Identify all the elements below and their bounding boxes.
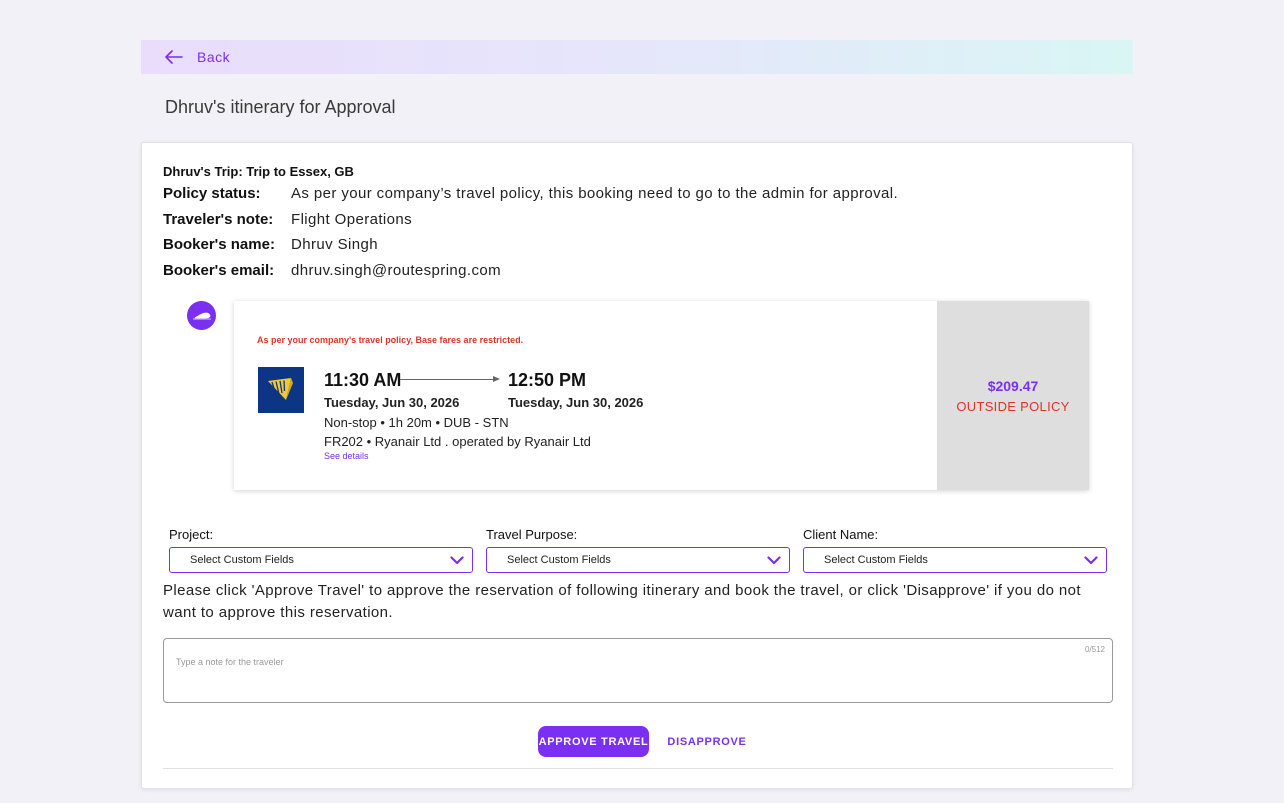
price-panel: $209.47 OUTSIDE POLICY: [937, 301, 1089, 490]
page-title: Dhruv's itinerary for Approval: [165, 97, 396, 117]
depart-time: 11:30 AM: [324, 370, 402, 390]
airplane-icon: [192, 312, 211, 319]
booker-name-row: Booker's name: Dhruv Singh: [163, 236, 378, 253]
arrive-date: Tuesday, Jun 30, 2026: [508, 395, 644, 410]
depart-date: Tuesday, Jun 30, 2026: [324, 395, 460, 410]
carrier-info: FR202 • Ryanair Ltd . operated by Ryanai…: [324, 434, 591, 449]
chevron-down-icon: [450, 555, 464, 564]
arrive-time: 12:50 PM: [508, 370, 587, 390]
policy-warning: As per your company's travel policy, Bas…: [257, 335, 524, 345]
flight-arrow: [400, 379, 494, 380]
policy-flag: OUTSIDE POLICY: [956, 398, 1070, 414]
travel-purpose-select-value: Select Custom Fields: [507, 554, 611, 566]
traveler-note-label: Traveler's note:: [163, 211, 274, 228]
note-placeholder: Type a note for the traveler: [176, 657, 284, 667]
route-info: Non-stop • 1h 20m • DUB - STN: [324, 415, 509, 430]
client-name-select[interactable]: Select Custom Fields: [803, 547, 1107, 573]
traveler-note-input[interactable]: Type a note for the traveler 0/512: [163, 638, 1113, 703]
booker-email-value: dhruv.singh@routespring.com: [291, 262, 502, 279]
client-name-label: Client Name:: [803, 527, 879, 542]
flight-card: As per your company's travel policy, Bas…: [234, 301, 1089, 490]
itinerary-card: Dhruv's Trip: Trip to Essex, GB Policy s…: [141, 142, 1133, 789]
disapprove-button[interactable]: DISAPPROVE: [664, 726, 750, 757]
ryanair-logo-icon: [258, 367, 304, 413]
policy-status-value: As per your company’s travel policy, thi…: [291, 185, 899, 202]
travel-purpose-field: Travel Purpose: Select Custom Fields: [486, 527, 790, 573]
booker-name-value: Dhruv Singh: [291, 236, 378, 253]
project-select[interactable]: Select Custom Fields: [169, 547, 473, 573]
back-button[interactable]: Back: [141, 40, 1133, 74]
policy-status-label: Policy status:: [163, 185, 261, 202]
approve-travel-button[interactable]: APPROVE TRAVEL: [538, 726, 649, 757]
arrow-left-icon: [165, 50, 183, 64]
see-details-link[interactable]: See details: [324, 451, 369, 461]
note-char-counter: 0/512: [1084, 645, 1105, 654]
project-select-value: Select Custom Fields: [190, 554, 294, 566]
travel-purpose-select[interactable]: Select Custom Fields: [486, 547, 790, 573]
divider: [163, 768, 1113, 769]
booker-email-label: Booker's email:: [163, 262, 275, 279]
project-label: Project:: [169, 527, 214, 542]
booker-email-row: Booker's email: dhruv.singh@routespring.…: [163, 262, 501, 279]
travel-purpose-label: Travel Purpose:: [486, 527, 578, 542]
traveler-note-row: Traveler's note: Flight Operations: [163, 211, 412, 228]
chevron-down-icon: [1084, 555, 1098, 564]
client-name-select-value: Select Custom Fields: [824, 554, 928, 566]
project-field: Project: Select Custom Fields: [169, 527, 473, 573]
approval-instructions: Please click 'Approve Travel' to approve…: [163, 582, 1081, 621]
booker-name-label: Booker's name:: [163, 236, 275, 253]
traveler-note-value: Flight Operations: [291, 211, 413, 228]
chevron-down-icon: [767, 555, 781, 564]
arrow-right-icon: [493, 376, 500, 382]
trip-title: Dhruv's Trip: Trip to Essex, GB: [163, 164, 354, 179]
price: $209.47: [987, 377, 1039, 394]
back-label: Back: [197, 49, 231, 65]
client-name-field: Client Name: Select Custom Fields: [803, 527, 1107, 573]
flight-badge: [187, 301, 216, 330]
policy-status-row: Policy status: As per your company’s tra…: [163, 185, 898, 202]
